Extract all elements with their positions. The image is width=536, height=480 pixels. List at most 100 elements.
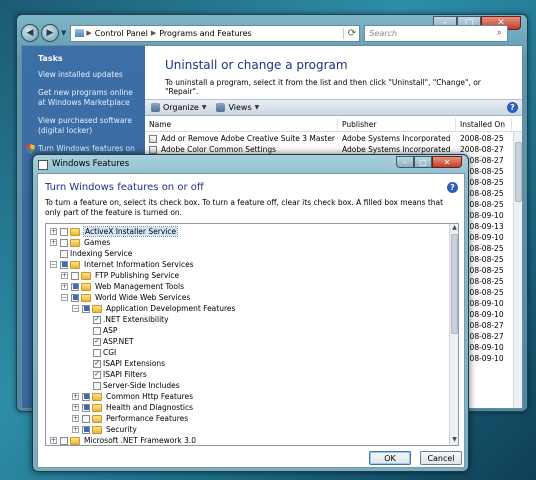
collapse-icon[interactable]: − xyxy=(61,294,68,301)
search-input[interactable]: Search ⌕ xyxy=(364,24,509,42)
feature-checkbox[interactable] xyxy=(71,271,79,280)
scrollbar-thumb[interactable] xyxy=(515,142,522,202)
feature-checkbox[interactable] xyxy=(60,436,68,445)
feature-item[interactable]: + Health and Diagnostics xyxy=(72,402,193,413)
scroll-up-icon[interactable]: ▲ xyxy=(450,224,458,233)
expand-icon[interactable]: + xyxy=(50,437,57,444)
recent-pages-dropdown[interactable]: ▼ xyxy=(61,29,66,37)
column-header-installed-on[interactable]: Installed On xyxy=(456,118,512,131)
feature-item[interactable]: + Performance Features xyxy=(72,413,188,424)
feature-item[interactable]: − Application Development Features xyxy=(72,303,235,314)
chevron-right-icon: ▶ xyxy=(150,29,157,37)
collapse-icon[interactable]: − xyxy=(72,305,79,312)
feature-checkbox[interactable] xyxy=(60,238,68,247)
organize-button[interactable]: Organize ▼ xyxy=(151,103,206,112)
feature-item[interactable]: + Web Management Tools xyxy=(61,281,184,292)
feature-checkbox[interactable] xyxy=(93,326,101,335)
feature-label: Microsoft .NET Framework 3.0 xyxy=(84,436,197,445)
feature-checkbox[interactable] xyxy=(93,337,101,346)
expand-icon[interactable]: + xyxy=(72,393,79,400)
feature-label: Games xyxy=(84,238,111,247)
feature-item[interactable]: ISAPI Extensions xyxy=(83,358,165,369)
dialog-description: To turn a feature on, select its check b… xyxy=(45,198,444,217)
feature-item[interactable]: Indexing Service xyxy=(50,248,132,259)
expand-icon[interactable]: + xyxy=(72,426,79,433)
column-header-publisher[interactable]: Publisher xyxy=(338,118,456,131)
folder-icon xyxy=(81,271,91,280)
breadcrumb-control-panel[interactable]: Control Panel xyxy=(95,29,148,38)
task-windows-marketplace[interactable]: Get new programs online at Windows Marke… xyxy=(38,88,139,108)
scrollbar-thumb[interactable] xyxy=(451,234,458,334)
ok-button[interactable]: OK xyxy=(369,451,411,465)
feature-checkbox[interactable] xyxy=(60,249,68,258)
feature-checkbox[interactable] xyxy=(93,370,101,379)
feature-checkbox[interactable] xyxy=(71,293,79,302)
chevron-right-icon: ▶ xyxy=(86,29,92,37)
feature-item[interactable]: + Games xyxy=(50,237,110,248)
expand-icon[interactable]: + xyxy=(72,404,79,411)
help-icon[interactable]: ? xyxy=(447,182,458,193)
help-icon[interactable]: ? xyxy=(507,102,518,113)
feature-item[interactable]: .NET Extensibility xyxy=(83,314,169,325)
forward-button[interactable]: ▶ xyxy=(41,24,59,42)
feature-item[interactable]: + Security xyxy=(72,424,137,435)
feature-item[interactable]: + ActiveX Installer Service xyxy=(50,226,179,237)
feature-checkbox[interactable] xyxy=(93,348,101,357)
search-icon[interactable]: ⌕ xyxy=(491,28,507,38)
folder-icon xyxy=(70,238,80,247)
back-button[interactable]: ◀ xyxy=(21,24,39,42)
wf-close-button[interactable]: ✕ xyxy=(432,156,462,168)
feature-checkbox[interactable] xyxy=(82,403,90,412)
folder-icon xyxy=(92,392,102,401)
collapse-icon[interactable]: − xyxy=(50,261,57,268)
expand-icon[interactable]: + xyxy=(61,272,68,279)
feature-item[interactable]: ASP xyxy=(83,325,117,336)
feature-label: Health and Diagnostics xyxy=(106,403,194,412)
views-label: Views xyxy=(228,103,252,112)
page-title: Uninstall or change a program xyxy=(165,58,348,72)
expand-icon[interactable]: + xyxy=(61,283,68,290)
forward-arrow-icon: ▶ xyxy=(46,28,54,38)
wf-titlebar[interactable]: Windows Features – □ ✕ xyxy=(33,155,468,175)
feature-checkbox[interactable] xyxy=(71,282,79,291)
features-tree-scrollbar[interactable]: ▲ ▼ xyxy=(449,224,458,445)
address-bar[interactable]: ▶ Control Panel ▶ Programs and Features … xyxy=(70,24,361,42)
feature-checkbox[interactable] xyxy=(82,304,90,313)
task-digital-locker[interactable]: View purchased software (digital locker) xyxy=(38,116,139,136)
feature-checkbox[interactable] xyxy=(82,392,90,401)
feature-item[interactable]: − World Wide Web Services xyxy=(61,292,190,303)
feature-checkbox[interactable] xyxy=(60,227,68,236)
breadcrumb-programs-and-features[interactable]: Programs and Features xyxy=(159,29,251,38)
feature-item[interactable]: ASP.NET xyxy=(83,336,134,347)
expand-icon[interactable]: + xyxy=(50,239,57,246)
wf-window-controls: – □ ✕ xyxy=(396,156,462,168)
feature-item[interactable]: + Common Http Features xyxy=(72,391,193,402)
feature-label: ISAPI Filters xyxy=(103,370,147,379)
expand-icon[interactable]: + xyxy=(72,415,79,422)
program-list-scrollbar[interactable] xyxy=(513,132,522,408)
feature-item[interactable]: + Microsoft .NET Framework 3.0 xyxy=(50,435,197,445)
feature-item[interactable]: − Internet Information Services xyxy=(50,259,194,270)
wf-maximize-button[interactable]: □ xyxy=(414,156,432,168)
program-row[interactable]: Add or Remove Adobe Creative Suite 3 Mas… xyxy=(145,133,517,144)
feature-item[interactable]: CGI xyxy=(83,347,116,358)
feature-checkbox[interactable] xyxy=(93,359,101,368)
feature-item[interactable]: Server-Side Includes xyxy=(83,380,180,391)
feature-checkbox[interactable] xyxy=(93,315,101,324)
scroll-down-icon[interactable]: ▼ xyxy=(450,436,458,445)
cancel-button[interactable]: Cancel xyxy=(420,451,462,465)
program-name: Add or Remove Adobe Creative Suite 3 Mas… xyxy=(161,134,338,143)
feature-checkbox[interactable] xyxy=(60,260,68,269)
feature-checkbox[interactable] xyxy=(82,425,90,434)
feature-item[interactable]: + FTP Publishing Service xyxy=(61,270,179,281)
refresh-icon[interactable]: ⟳ xyxy=(343,27,359,39)
feature-checkbox[interactable] xyxy=(82,414,90,423)
wf-minimize-button[interactable]: – xyxy=(396,156,414,168)
feature-checkbox[interactable] xyxy=(93,381,101,390)
feature-item[interactable]: ISAPI Filters xyxy=(83,369,147,380)
task-view-installed-updates[interactable]: View installed updates xyxy=(38,70,139,80)
column-header-name[interactable]: Name xyxy=(145,118,338,131)
expand-icon[interactable]: + xyxy=(50,228,57,235)
views-button[interactable]: Views ▼ xyxy=(216,103,259,112)
